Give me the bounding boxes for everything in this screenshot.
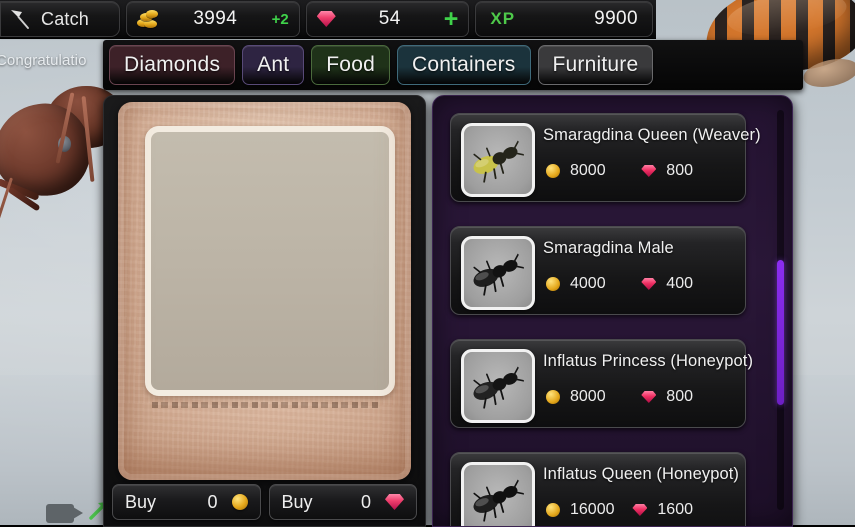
item-name: Inflatus Princess (Honeypot) <box>543 352 754 370</box>
buy-with-gems-button[interactable]: Buy 0 <box>268 484 417 520</box>
tab-label: Diamonds <box>124 53 221 76</box>
gold-delta: +2 <box>271 10 289 28</box>
tab-ant[interactable]: Ant <box>242 45 305 85</box>
shop-item-row[interactable]: Inflatus Queen (Honeypot) 16000 1600 <box>450 452 746 526</box>
diamond-gem-icon <box>641 278 657 290</box>
net-icon <box>11 10 29 29</box>
buy-gem-label: Buy <box>281 491 313 512</box>
tab-label: Ant <box>257 53 290 76</box>
tab-diamonds[interactable]: Diamonds <box>109 45 236 85</box>
item-thumbnail <box>461 462 535 526</box>
buy-gem-quantity: 0 <box>360 491 371 512</box>
buy-gold-quantity: 0 <box>207 491 218 512</box>
diamond-gem-icon <box>641 391 657 403</box>
item-gem-price-group: 1600 <box>632 501 737 519</box>
gem-amount: 54 <box>378 8 401 29</box>
gem-currency-display[interactable]: 54 + <box>305 1 470 37</box>
shop-item-row[interactable]: Smaragdina Male 4000 400 <box>450 226 746 315</box>
gold-amount: 3994 <box>193 8 238 29</box>
tab-food[interactable]: Food <box>311 45 390 85</box>
gold-coin-icon <box>546 390 560 404</box>
item-price-row: 8000 800 <box>546 162 737 180</box>
gold-coin-stack-icon <box>136 10 159 28</box>
gold-coin-icon <box>546 503 560 517</box>
item-price-row: 16000 1600 <box>546 501 737 519</box>
ant-weaver-male-icon <box>473 253 525 296</box>
item-price-row: 8000 800 <box>546 388 737 406</box>
buy-button-row: Buy 0 Buy 0 <box>112 484 417 520</box>
add-gems-button[interactable]: + <box>444 7 459 32</box>
xp-label: XP <box>490 9 516 28</box>
diamond-gem-icon <box>641 165 657 177</box>
xp-display: XP 9900 <box>475 1 653 37</box>
item-gem-price-group: 400 <box>641 275 737 293</box>
shop-scrollbar-thumb[interactable] <box>777 260 784 405</box>
catch-label: Catch <box>41 8 90 29</box>
tab-label: Furniture <box>552 53 639 76</box>
gold-currency-display[interactable]: 3994 +2 <box>125 1 300 37</box>
item-gem-price: 800 <box>666 162 693 179</box>
gold-coin-icon <box>231 494 248 510</box>
gold-coin-icon <box>546 164 560 178</box>
item-gem-price: 800 <box>666 388 693 405</box>
tab-furniture[interactable]: Furniture <box>537 45 654 85</box>
xp-amount: 9900 <box>594 8 638 29</box>
item-thumbnail <box>461 123 535 197</box>
diamond-gem-icon <box>632 504 648 516</box>
ant-honeypot-queen-icon <box>473 479 525 522</box>
item-gem-price-group: 800 <box>641 162 737 180</box>
item-thumbnail <box>461 349 535 423</box>
ant-weaver-queen-icon <box>473 140 525 183</box>
item-name: Inflatus Queen (Honeypot) <box>543 465 740 483</box>
gold-coin-icon <box>546 277 560 291</box>
diamond-gem-icon <box>316 11 336 27</box>
item-gold-price: 4000 <box>570 275 606 292</box>
buy-gold-label: Buy <box>125 491 157 512</box>
item-gold-price: 8000 <box>570 388 606 405</box>
congratulations-toast: Congratulatio <box>0 52 87 69</box>
item-detail-panel: Buy 0 Buy 0 <box>103 95 426 527</box>
video-camera-icon[interactable] <box>46 504 83 523</box>
parchment-card <box>118 102 411 480</box>
item-price-row: 4000 400 <box>546 275 737 293</box>
item-gold-price: 16000 <box>570 501 615 518</box>
item-thumbnail <box>461 236 535 310</box>
tab-label: Food <box>326 53 375 76</box>
diamond-gem-icon <box>385 494 404 510</box>
item-gem-price: 1600 <box>657 501 693 518</box>
ant-honeypot-princess-icon <box>473 366 525 409</box>
item-gem-price: 400 <box>666 275 693 292</box>
item-gem-price-group: 800 <box>641 388 737 406</box>
tab-label: Containers <box>411 53 516 76</box>
catch-button[interactable]: Catch <box>0 1 120 37</box>
item-gold-price: 8000 <box>570 162 606 179</box>
top-hud-bar: Catch 3994 +2 54 + XP 9900 <box>0 0 656 39</box>
tab-containers[interactable]: Containers <box>396 45 531 85</box>
shop-scrollbar-track[interactable] <box>777 110 784 510</box>
item-name: Smaragdina Queen (Weaver) <box>543 126 761 144</box>
shop-list-panel: Smaragdina Queen (Weaver) 8000 800 Smaragdi… <box>432 95 793 527</box>
shop-item-row[interactable]: Inflatus Princess (Honeypot) 8000 800 <box>450 339 754 428</box>
shop-category-tabs: Diamonds Ant Food Containers Furniture <box>103 40 803 90</box>
buy-with-gold-button[interactable]: Buy 0 <box>112 484 261 520</box>
shop-item-row[interactable]: Smaragdina Queen (Weaver) 8000 800 <box>450 113 761 202</box>
item-name: Smaragdina Male <box>543 239 674 257</box>
shop-item-list: Smaragdina Queen (Weaver) 8000 800 Smaragdi… <box>450 113 761 526</box>
parchment-border <box>118 102 411 480</box>
